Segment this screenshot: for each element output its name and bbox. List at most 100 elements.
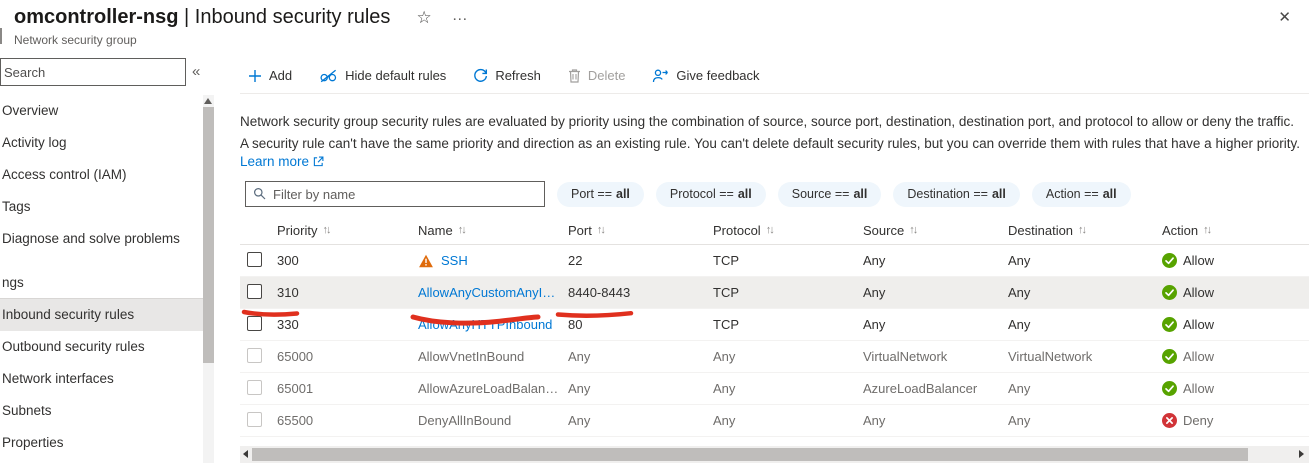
sidebar-item-network-interfaces[interactable]: Network interfaces bbox=[0, 363, 203, 395]
close-icon[interactable]: ✕ bbox=[1278, 8, 1291, 26]
cropped-edge-decor bbox=[0, 28, 2, 44]
checkbox-cell bbox=[240, 412, 277, 430]
column-header-action[interactable]: Action↑↓ bbox=[1162, 223, 1309, 238]
cell-action: Allow bbox=[1162, 381, 1309, 396]
horizontal-scrollbar-thumb[interactable] bbox=[252, 448, 1248, 461]
sidebar-item-inbound-security-rules[interactable]: Inbound security rules bbox=[0, 299, 203, 331]
row-checkbox[interactable] bbox=[247, 252, 262, 267]
give-feedback-button[interactable]: Give feedback bbox=[652, 68, 759, 83]
table-row[interactable]: 65001AllowAzureLoadBalan…AnyAnyAzureLoad… bbox=[240, 373, 1309, 405]
filter-pill-destination[interactable]: Destination ==all bbox=[893, 182, 1020, 207]
row-checkbox[interactable] bbox=[247, 316, 262, 331]
column-label: Port bbox=[568, 223, 592, 238]
row-checkbox[interactable] bbox=[247, 412, 262, 427]
action-label: Allow bbox=[1183, 381, 1214, 396]
column-header-priority[interactable]: Priority↑↓ bbox=[277, 223, 418, 238]
sidebar-scrollbar[interactable] bbox=[203, 95, 214, 463]
collapse-sidebar-icon[interactable]: « bbox=[192, 63, 200, 80]
add-button[interactable]: Add bbox=[248, 68, 292, 83]
sidebar-item-overview[interactable]: Overview bbox=[0, 95, 203, 127]
filter-bar: Port ==all Protocol ==all Source ==all Dest… bbox=[240, 181, 1309, 207]
cell-source: Any bbox=[863, 413, 1008, 428]
horizontal-scrollbar[interactable] bbox=[240, 446, 1309, 463]
sidebar-item-subnets[interactable]: Subnets bbox=[0, 395, 203, 427]
sidebar-item-outbound-security-rules[interactable]: Outbound security rules bbox=[0, 331, 203, 363]
rule-name-text: AllowAzureLoadBalan… bbox=[418, 381, 558, 396]
sort-arrows-icon: ↑↓ bbox=[909, 224, 916, 236]
table-row[interactable]: 65500DenyAllInBoundAnyAnyAnyAnyDeny bbox=[240, 405, 1309, 437]
cell-action: Allow bbox=[1162, 285, 1309, 300]
learn-more-link[interactable]: Learn more bbox=[240, 154, 324, 169]
cell-port: 22 bbox=[568, 253, 713, 268]
sort-arrows-icon: ↑↓ bbox=[458, 224, 465, 236]
cell-priority: 65000 bbox=[277, 349, 418, 364]
sidebar-search-input[interactable] bbox=[0, 58, 186, 86]
more-options-icon[interactable]: … bbox=[452, 7, 469, 24]
column-label: Name bbox=[418, 223, 453, 238]
table-row[interactable]: 310AllowAnyCustomAnyI…8440-8443TCPAnyAny… bbox=[240, 277, 1309, 309]
sidebar-item-access-control-iam[interactable]: Access control (IAM) bbox=[0, 159, 203, 191]
allow-icon bbox=[1162, 285, 1177, 300]
table-row[interactable]: 65000AllowVnetInBoundAnyAnyVirtualNetwor… bbox=[240, 341, 1309, 373]
cell-action: Allow bbox=[1162, 253, 1309, 268]
rule-name-link[interactable]: AllowAnyHTTPInbound bbox=[418, 317, 552, 332]
plus-icon bbox=[248, 69, 262, 83]
rule-name-link[interactable]: AllowAnyCustomAnyI… bbox=[418, 285, 555, 300]
rule-name-link[interactable]: SSH bbox=[441, 253, 468, 268]
column-header-destination[interactable]: Destination↑↓ bbox=[1008, 223, 1162, 238]
cell-port: Any bbox=[568, 413, 713, 428]
scroll-left-icon[interactable] bbox=[243, 450, 248, 458]
column-header-port[interactable]: Port↑↓ bbox=[568, 223, 713, 238]
rules-table: Priority↑↓Name↑↓Port↑↓Protocol↑↓Source↑↓… bbox=[240, 216, 1309, 437]
allow-icon bbox=[1162, 317, 1177, 332]
favorite-star-icon[interactable]: ☆ bbox=[416, 8, 431, 27]
filter-pills: Port ==all Protocol ==all Source ==all Dest… bbox=[545, 182, 1131, 207]
action-label: Allow bbox=[1183, 317, 1214, 332]
sort-arrows-icon: ↑↓ bbox=[766, 224, 773, 236]
cell-source: Any bbox=[863, 253, 1008, 268]
scroll-right-icon[interactable] bbox=[1299, 450, 1304, 458]
row-checkbox[interactable] bbox=[247, 380, 262, 395]
column-header-protocol[interactable]: Protocol↑↓ bbox=[713, 223, 863, 238]
filter-by-name-input[interactable] bbox=[245, 181, 545, 207]
column-label: Destination bbox=[1008, 223, 1073, 238]
rule-name-text: AllowVnetInBound bbox=[418, 349, 524, 364]
hide-default-rules-button[interactable]: Hide default rules bbox=[319, 68, 446, 83]
row-checkbox[interactable] bbox=[247, 348, 262, 363]
scroll-up-icon[interactable] bbox=[204, 98, 212, 104]
cell-destination: VirtualNetwork bbox=[1008, 349, 1162, 364]
sidebar-item-activity-log[interactable]: Activity log bbox=[0, 127, 203, 159]
rule-name-text: DenyAllInBound bbox=[418, 413, 511, 428]
filter-pill-action[interactable]: Action ==all bbox=[1032, 182, 1131, 207]
sidebar-item-properties[interactable]: Properties bbox=[0, 427, 203, 459]
settings-section-header[interactable]: ngs bbox=[0, 270, 203, 296]
search-icon bbox=[253, 187, 266, 200]
sidebar-nav: OverviewActivity logAccess control (IAM)… bbox=[0, 95, 203, 459]
checkbox-cell bbox=[240, 284, 277, 302]
cell-destination: Any bbox=[1008, 253, 1162, 268]
feedback-person-icon bbox=[652, 68, 669, 83]
action-label: Allow bbox=[1183, 285, 1214, 300]
filter-pill-port[interactable]: Port ==all bbox=[557, 182, 644, 207]
cell-name: AllowAnyHTTPInbound bbox=[418, 317, 568, 332]
checkbox-cell bbox=[240, 348, 277, 366]
table-row[interactable]: 300SSH22TCPAnyAnyAllow bbox=[240, 245, 1309, 277]
sidebar-item-diagnose-and-solve-problems[interactable]: Diagnose and solve problems bbox=[0, 223, 203, 255]
cell-action: Allow bbox=[1162, 317, 1309, 332]
column-header-source[interactable]: Source↑↓ bbox=[863, 223, 1008, 238]
cell-action: Deny bbox=[1162, 413, 1309, 428]
column-header-name[interactable]: Name ↑↓ bbox=[418, 223, 568, 238]
table-row[interactable]: 330AllowAnyHTTPInbound80TCPAnyAnyAllow bbox=[240, 309, 1309, 341]
delete-button[interactable]: Delete bbox=[568, 68, 626, 83]
cell-protocol: Any bbox=[713, 413, 863, 428]
cell-name: AllowAnyCustomAnyI… bbox=[418, 285, 568, 300]
cell-port: Any bbox=[568, 381, 713, 396]
refresh-button[interactable]: Refresh bbox=[473, 68, 541, 83]
filter-pill-source[interactable]: Source ==all bbox=[778, 182, 882, 207]
sidebar-item-tags[interactable]: Tags bbox=[0, 191, 203, 223]
deny-icon bbox=[1162, 413, 1177, 428]
cell-protocol: Any bbox=[713, 381, 863, 396]
row-checkbox[interactable] bbox=[247, 284, 262, 299]
filter-pill-protocol[interactable]: Protocol ==all bbox=[656, 182, 766, 207]
sidebar-scrollbar-thumb[interactable] bbox=[203, 107, 214, 363]
